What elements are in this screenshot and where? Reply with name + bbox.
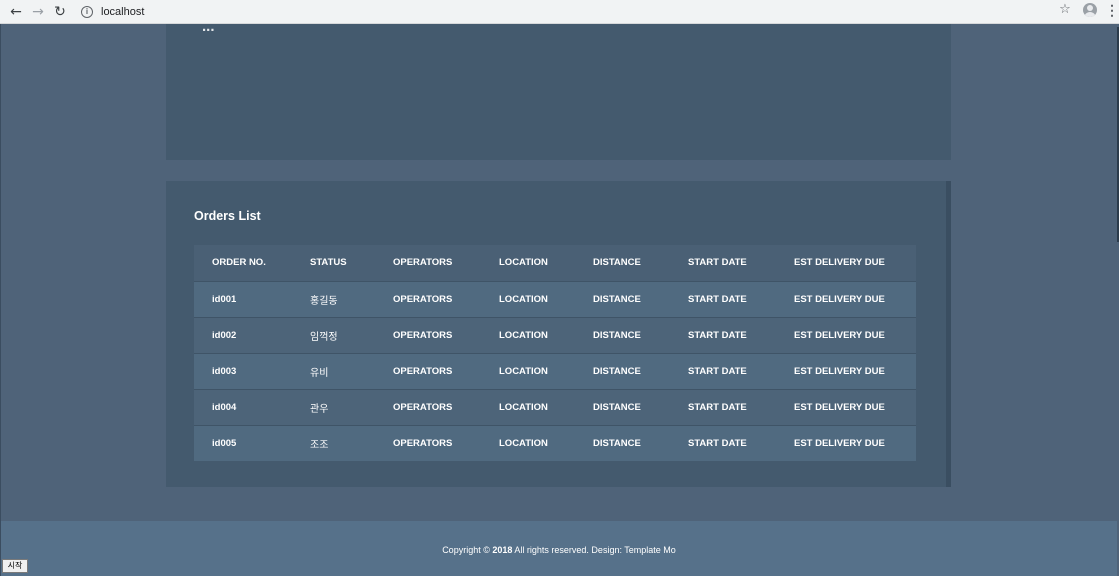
- copyright-suffix: All rights reserved. Design: Template Mo: [514, 545, 676, 555]
- table-row[interactable]: id005 조조 OPERATORS LOCATION DISTANCE STA…: [194, 425, 916, 461]
- cell-status: 관우: [310, 403, 329, 415]
- address-bar[interactable]: i localhost: [75, 1, 1035, 22]
- browser-actions: ☆ ⋮: [1055, 2, 1119, 17]
- cell-location: LOCATION: [499, 293, 548, 305]
- profile-icon[interactable]: [1083, 2, 1097, 17]
- cell-location: LOCATION: [499, 329, 548, 341]
- table-header-row: ORDER NO. STATUS OPERATORS LOCATION DIST…: [194, 245, 916, 281]
- cell-order-no: id001: [212, 293, 237, 305]
- browser-toolbar: ← → ↻ i localhost ☆ ⋮: [0, 0, 1119, 24]
- kebab-menu-icon[interactable]: ⋮: [1105, 3, 1119, 17]
- orders-table: ORDER NO. STATUS OPERATORS LOCATION DIST…: [194, 245, 916, 461]
- table-row[interactable]: id002 임꺽정 OPERATORS LOCATION DISTANCE ST…: [194, 317, 916, 353]
- cell-start-date: START DATE: [688, 329, 747, 341]
- cell-order-no: id005: [212, 437, 237, 449]
- cell-operators: OPERATORS: [393, 329, 453, 341]
- cell-order-no: id004: [212, 401, 237, 413]
- orders-title: Orders List: [194, 209, 261, 223]
- star-icon[interactable]: ☆: [1055, 2, 1075, 17]
- orders-panel: Orders List ORDER NO. STATUS OPERATORS L…: [166, 181, 951, 487]
- cell-status: 유비: [310, 367, 329, 379]
- cell-est-delivery: EST DELIVERY DUE: [794, 329, 885, 341]
- table-row[interactable]: id004 관우 OPERATORS LOCATION DISTANCE STA…: [194, 389, 916, 425]
- copyright-prefix: Copyright ©: [442, 545, 490, 555]
- page-left-edge: [0, 24, 1, 576]
- cell-start-date: START DATE: [688, 437, 747, 449]
- cell-status: 조조: [310, 439, 329, 451]
- cell-est-delivery: EST DELIVERY DUE: [794, 365, 885, 377]
- table-row[interactable]: id001 홍길동 OPERATORS LOCATION DISTANCE ST…: [194, 281, 916, 317]
- cell-status: 임꺽정: [310, 331, 338, 343]
- cell-order-no: id002: [212, 329, 237, 341]
- cell-status: 홍길동: [310, 295, 338, 307]
- cell-distance: DISTANCE: [593, 365, 641, 377]
- info-icon[interactable]: i: [81, 5, 93, 18]
- cell-distance: DISTANCE: [593, 401, 641, 413]
- arrow-left-icon[interactable]: ←: [5, 1, 27, 23]
- cell-start-date: START DATE: [688, 401, 747, 413]
- column-header-distance: DISTANCE: [593, 257, 641, 269]
- cell-operators: OPERATORS: [393, 365, 453, 377]
- cell-operators: OPERATORS: [393, 293, 453, 305]
- reload-icon[interactable]: ↻: [49, 1, 71, 23]
- cell-start-date: START DATE: [688, 365, 747, 377]
- column-header-start-date: START DATE: [688, 257, 747, 269]
- cell-est-delivery: EST DELIVERY DUE: [794, 293, 885, 305]
- table-row[interactable]: id003 유비 OPERATORS LOCATION DISTANCE STA…: [194, 353, 916, 389]
- column-header-est-delivery: EST DELIVERY DUE: [794, 257, 885, 269]
- column-header-location: LOCATION: [499, 257, 548, 269]
- cell-est-delivery: EST DELIVERY DUE: [794, 401, 885, 413]
- cell-location: LOCATION: [499, 437, 548, 449]
- cell-location: LOCATION: [499, 401, 548, 413]
- cell-operators: OPERATORS: [393, 437, 453, 449]
- cell-operators: OPERATORS: [393, 401, 453, 413]
- cell-start-date: START DATE: [688, 293, 747, 305]
- cell-location: LOCATION: [499, 365, 548, 377]
- arrow-right-icon[interactable]: →: [27, 1, 49, 23]
- top-panel-title: ...: [202, 18, 215, 35]
- column-header-order-no: ORDER NO.: [212, 257, 266, 269]
- footer-copyright: Copyright © 2018 All rights reserved. De…: [1, 545, 1117, 555]
- cell-distance: DISTANCE: [593, 329, 641, 341]
- cell-distance: DISTANCE: [593, 437, 641, 449]
- column-header-status: STATUS: [310, 257, 347, 269]
- top-panel: ...: [166, 18, 951, 160]
- url-text[interactable]: localhost: [101, 6, 144, 18]
- start-button[interactable]: 시작: [2, 559, 28, 573]
- column-header-operators: OPERATORS: [393, 257, 453, 269]
- cell-distance: DISTANCE: [593, 293, 641, 305]
- footer: Copyright © 2018 All rights reserved. De…: [1, 521, 1117, 576]
- copyright-year: 2018: [492, 545, 513, 555]
- cell-est-delivery: EST DELIVERY DUE: [794, 437, 885, 449]
- cell-order-no: id003: [212, 365, 237, 377]
